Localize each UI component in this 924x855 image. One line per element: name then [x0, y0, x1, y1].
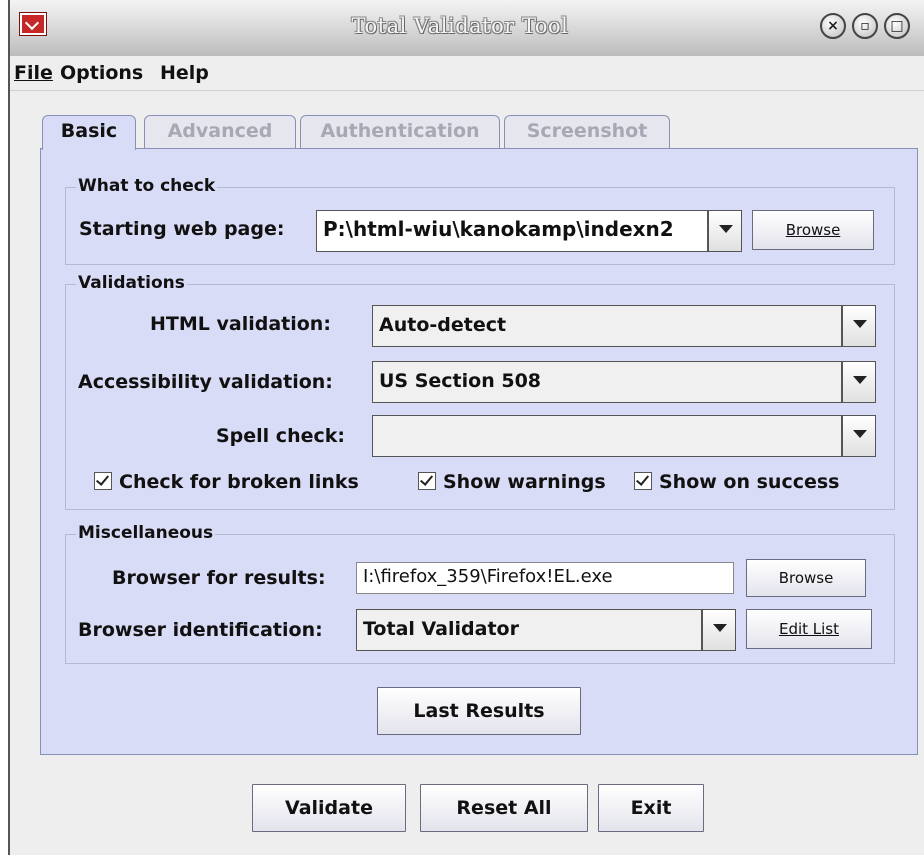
menu-help[interactable]: Help	[160, 62, 209, 84]
accessibility-validation-select[interactable]: US Section 508	[372, 361, 842, 403]
exit-button[interactable]: Exit	[598, 784, 704, 832]
validate-label: Validate	[285, 797, 373, 819]
app-window: Total Validator Tool × ▫ □ File Options …	[8, 0, 924, 855]
what-to-check-group: What to check Starting web page: P:\html…	[65, 176, 895, 265]
menu-file[interactable]: File	[14, 62, 53, 84]
starting-page-dropdown-icon[interactable]	[708, 210, 742, 252]
app-icon	[20, 13, 46, 35]
menu-options[interactable]: Options	[60, 62, 143, 84]
tab-screenshot[interactable]: Screenshot	[504, 115, 670, 148]
html-validation-label: HTML validation:	[150, 313, 331, 335]
spell-check-select[interactable]	[372, 415, 842, 457]
browse-browser-label: Browse	[778, 569, 834, 587]
menu-bar: File Options Help	[10, 56, 924, 91]
basic-tab-panel: What to check Starting web page: P:\html…	[40, 148, 918, 755]
tab-authentication[interactable]: Authentication	[300, 115, 500, 148]
close-icon[interactable]: ×	[820, 13, 846, 39]
title-bar[interactable]: Total Validator Tool × ▫ □	[10, 0, 924, 56]
maximize-icon[interactable]: □	[884, 13, 910, 39]
checkbox-icon	[418, 472, 436, 490]
accessibility-validation-dropdown-icon[interactable]	[842, 361, 876, 403]
reset-all-button[interactable]: Reset All	[420, 784, 588, 832]
checkbox-icon	[634, 472, 652, 490]
what-to-check-title: What to check	[76, 176, 218, 196]
broken-links-checkbox[interactable]: Check for broken links	[94, 471, 359, 493]
browser-identification-select[interactable]: Total Validator	[356, 609, 702, 651]
starting-page-label: Starting web page:	[79, 218, 285, 240]
show-success-label: Show on success	[659, 471, 840, 493]
reset-all-label: Reset All	[456, 797, 552, 819]
last-results-button[interactable]: Last Results	[377, 687, 581, 735]
validations-title: Validations	[76, 273, 187, 293]
show-success-checkbox[interactable]: Show on success	[634, 471, 840, 493]
html-validation-select[interactable]: Auto-detect	[372, 305, 842, 347]
show-warnings-checkbox[interactable]: Show warnings	[418, 471, 606, 493]
show-warnings-label: Show warnings	[443, 471, 606, 493]
tab-advanced[interactable]: Advanced	[144, 115, 296, 148]
browser-results-label: Browser for results:	[112, 567, 326, 589]
last-results-label: Last Results	[413, 700, 545, 722]
browse-browser-button[interactable]: Browse	[746, 559, 866, 597]
browser-identification-label: Browser identification:	[78, 619, 323, 641]
html-validation-dropdown-icon[interactable]	[842, 305, 876, 347]
miscellaneous-title: Miscellaneous	[76, 523, 216, 543]
exit-label: Exit	[630, 797, 672, 819]
accessibility-validation-label: Accessibility validation:	[78, 371, 333, 393]
starting-page-input[interactable]: P:\html-wiu\kanokamp\indexn2	[316, 210, 708, 252]
browse-start-button[interactable]: Browse	[752, 210, 874, 250]
miscellaneous-group: Miscellaneous Browser for results: I:\fi…	[65, 523, 895, 664]
tab-basic[interactable]: Basic	[42, 115, 136, 150]
edit-list-button[interactable]: Edit List	[746, 609, 872, 649]
validations-group: Validations HTML validation: Auto-detect…	[65, 273, 895, 510]
window-title: Total Validator Tool	[351, 14, 569, 38]
browser-results-input[interactable]: I:\firefox_359\Firefox!EL.exe	[356, 562, 734, 594]
validate-button[interactable]: Validate	[252, 784, 406, 832]
checkbox-icon	[94, 472, 112, 490]
edit-list-label: Edit List	[778, 620, 840, 638]
broken-links-label: Check for broken links	[119, 471, 359, 493]
minimize-icon[interactable]: ▫	[852, 13, 878, 39]
browse-start-label: Browse	[785, 221, 841, 239]
spell-check-label: Spell check:	[216, 425, 345, 447]
browser-identification-dropdown-icon[interactable]	[702, 609, 736, 651]
spell-check-dropdown-icon[interactable]	[842, 415, 876, 457]
